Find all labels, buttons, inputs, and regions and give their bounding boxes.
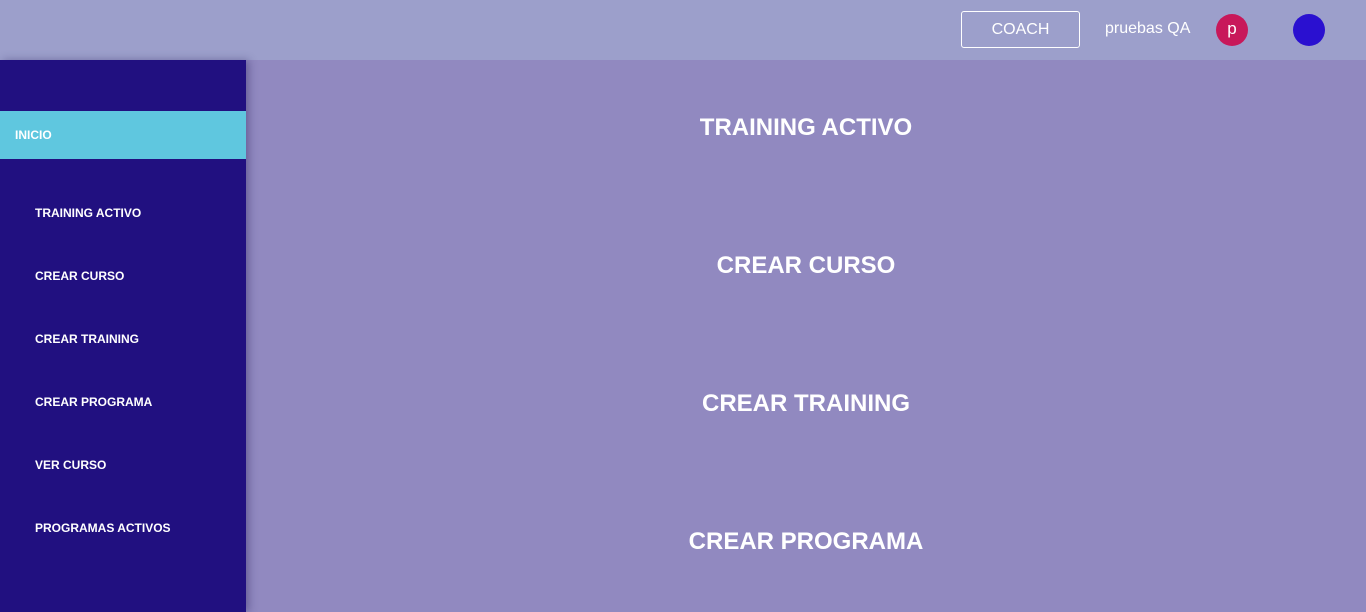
sidebar-item-ver-curso[interactable]: VER CURSO xyxy=(35,457,106,473)
coach-role-button[interactable]: COACH xyxy=(961,11,1080,48)
sidebar-item-crear-training[interactable]: CREAR TRAINING xyxy=(35,331,139,347)
main-link-training-activo[interactable]: TRAINING ACTIVO xyxy=(246,113,1366,143)
username-label[interactable]: pruebas QA xyxy=(1105,19,1190,39)
user-avatar[interactable]: p xyxy=(1216,14,1248,46)
sidebar-item-training-activo[interactable]: TRAINING ACTIVO xyxy=(35,205,141,221)
main-link-crear-training[interactable]: CREAR TRAINING xyxy=(246,389,1366,419)
sidebar-item-crear-programa[interactable]: CREAR PROGRAMA xyxy=(35,394,152,410)
status-indicator-icon[interactable] xyxy=(1293,14,1325,46)
main-content: TRAINING ACTIVO CREAR CURSO CREAR TRAINI… xyxy=(246,60,1366,612)
sidebar-item-inicio[interactable]: INICIO xyxy=(0,111,246,159)
top-bar: COACH pruebas QA p xyxy=(0,0,1366,60)
sidebar-item-crear-curso[interactable]: CREAR CURSO xyxy=(35,268,124,284)
main-link-crear-curso[interactable]: CREAR CURSO xyxy=(246,251,1366,281)
sidebar: INICIO TRAINING ACTIVO CREAR CURSO CREAR… xyxy=(0,60,246,612)
sidebar-item-programas-activos[interactable]: PROGRAMAS ACTIVOS xyxy=(35,520,171,536)
main-link-crear-programa[interactable]: CREAR PROGRAMA xyxy=(246,527,1366,557)
